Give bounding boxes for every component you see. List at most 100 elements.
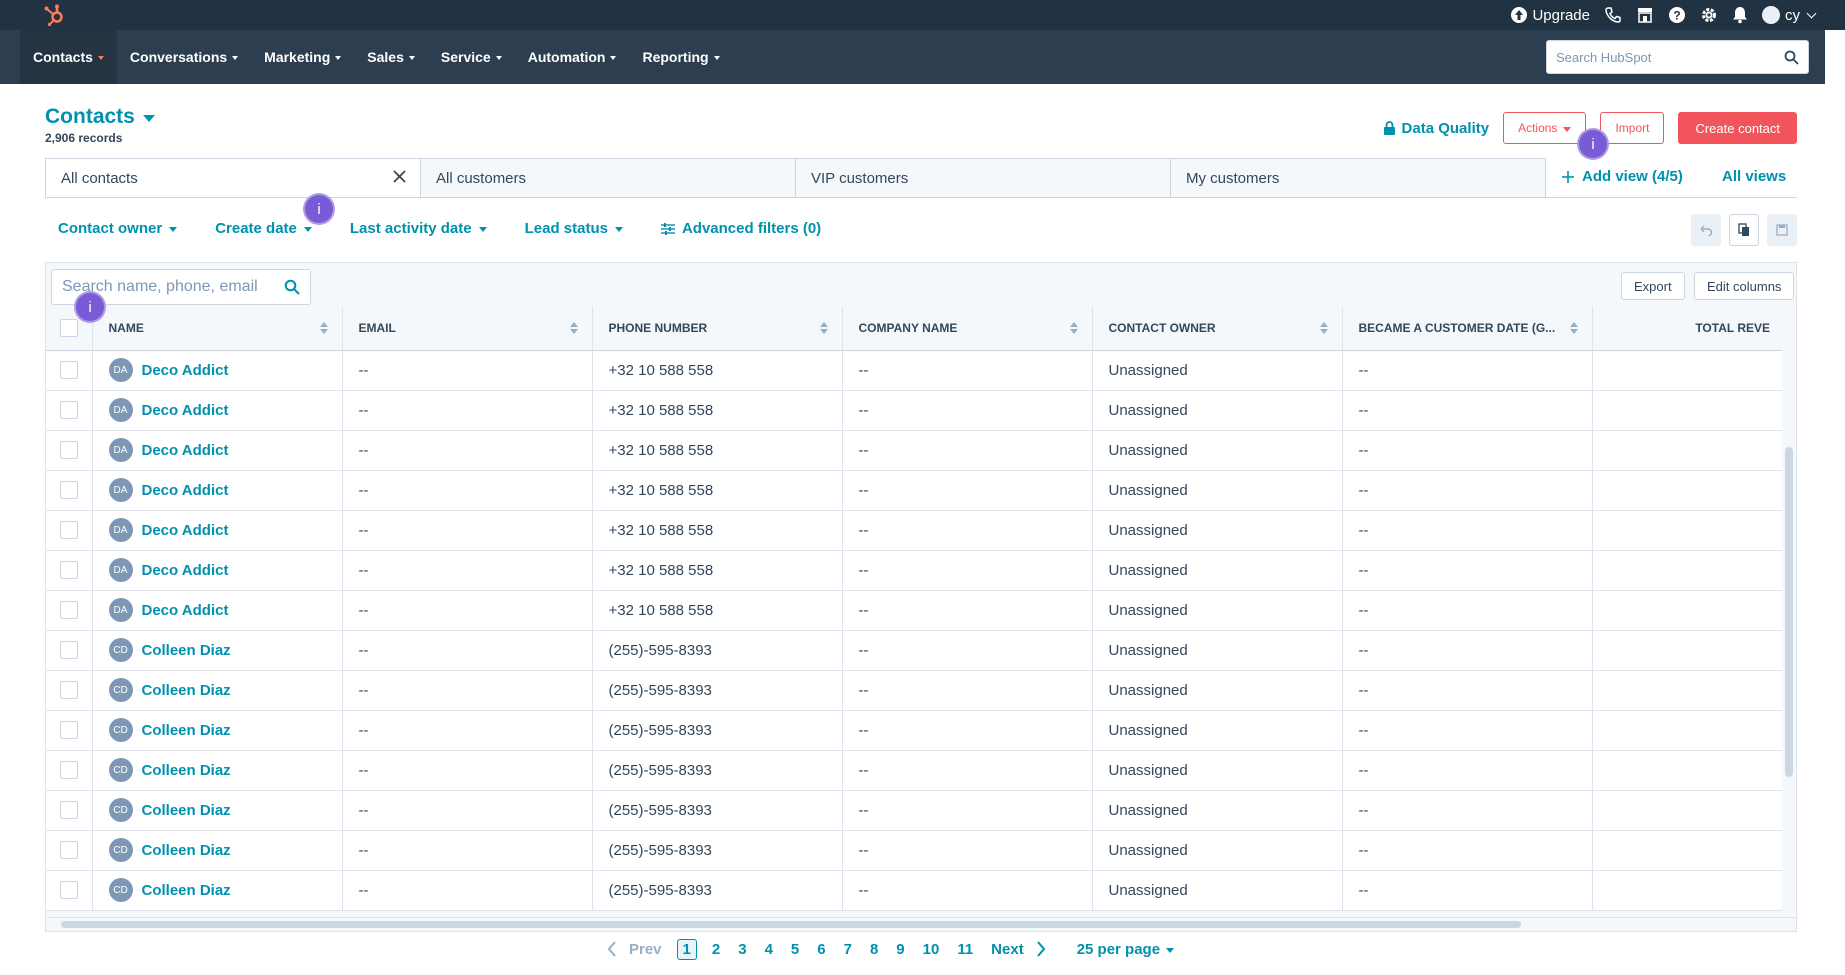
row-checkbox[interactable] <box>59 721 78 739</box>
contact-name-link[interactable]: Colleen Diaz <box>142 682 231 699</box>
row-checkbox[interactable] <box>59 401 78 419</box>
vertical-scrollbar[interactable] <box>1782 307 1796 925</box>
save-view-button[interactable] <box>1767 214 1797 246</box>
horizontal-scrollbar[interactable] <box>46 917 1796 931</box>
row-checkbox[interactable] <box>59 441 78 459</box>
export-button[interactable]: Export <box>1621 272 1685 300</box>
sort-icon[interactable] <box>569 322 578 334</box>
tab-all-customers[interactable]: All customers <box>420 158 796 198</box>
hubspot-logo[interactable] <box>42 3 66 27</box>
row-checkbox[interactable] <box>59 841 78 859</box>
tab-my-customers[interactable]: My customers <box>1170 158 1546 198</box>
sort-icon[interactable] <box>819 322 828 334</box>
contact-name-link[interactable]: Colleen Diaz <box>142 882 231 899</box>
contact-owner-filter[interactable]: Contact owner <box>58 220 178 237</box>
page-number[interactable]: 11 <box>948 941 982 958</box>
table-row[interactable]: DA Deco Addict -- +32 10 588 558 -- Unassigne… <box>46 470 1784 511</box>
search-icon[interactable] <box>1784 50 1799 65</box>
actions-button[interactable]: Actions <box>1503 112 1587 144</box>
table-row[interactable]: CD Colleen Diaz -- (255)-595-8393 -- Unassign… <box>46 870 1784 911</box>
add-view-button[interactable]: Add view (4/5) <box>1562 168 1683 185</box>
table-row[interactable]: CD Colleen Diaz -- (255)-595-8393 -- Unassign… <box>46 630 1784 671</box>
data-quality-link[interactable]: Data Quality <box>1383 120 1489 137</box>
table-row[interactable]: DA Deco Addict -- +32 10 588 558 -- Unassigne… <box>46 350 1784 391</box>
create-date-filter[interactable]: Create date <box>215 220 312 237</box>
row-checkbox[interactable] <box>59 641 78 659</box>
global-search[interactable] <box>1546 40 1809 74</box>
row-checkbox[interactable] <box>59 521 78 539</box>
column-header[interactable]: TOTAL REVE <box>1592 307 1784 351</box>
close-icon[interactable] <box>393 169 406 187</box>
contact-name-link[interactable]: Deco Addict <box>142 522 229 539</box>
table-row[interactable]: DA Deco Addict -- +32 10 588 558 -- Unassigne… <box>46 430 1784 471</box>
page-number[interactable]: 8 <box>861 941 887 958</box>
info-marker[interactable]: i <box>1577 128 1609 160</box>
horizontal-scroll-thumb[interactable] <box>61 921 1521 928</box>
search-icon[interactable] <box>284 279 300 295</box>
tab-all-contacts[interactable]: All contacts <box>45 158 421 198</box>
last-activity-filter[interactable]: Last activity date <box>350 220 487 237</box>
contact-name-link[interactable]: Deco Addict <box>142 402 229 419</box>
contact-name-link[interactable]: Colleen Diaz <box>142 642 231 659</box>
page-number[interactable]: 3 <box>729 941 755 958</box>
page-number[interactable]: 9 <box>887 941 913 958</box>
contact-name-link[interactable]: Colleen Diaz <box>142 802 231 819</box>
advanced-filters-button[interactable]: Advanced filters (0) <box>660 220 821 237</box>
help-icon[interactable]: ? <box>1668 6 1686 24</box>
page-title[interactable]: Contacts <box>45 105 155 129</box>
calling-icon[interactable] <box>1604 6 1622 24</box>
column-header[interactable]: EMAIL <box>342 307 593 351</box>
column-header[interactable]: BECAME A CUSTOMER DATE (G... <box>1342 307 1593 351</box>
clone-view-button[interactable] <box>1729 214 1759 246</box>
upgrade-button[interactable]: Upgrade <box>1511 7 1590 24</box>
table-row[interactable]: DA Deco Addict -- +32 10 588 558 -- Unassigne… <box>46 390 1784 431</box>
contact-name-link[interactable]: Colleen Diaz <box>142 762 231 779</box>
contact-name-link[interactable]: Deco Addict <box>142 362 229 379</box>
column-header[interactable]: PHONE NUMBER <box>592 307 843 351</box>
per-page-select[interactable]: 25 per page <box>1077 941 1175 958</box>
table-row[interactable]: DA Deco Addict -- +32 10 588 558 -- Unassigne… <box>46 510 1784 551</box>
table-row[interactable]: CD Colleen Diaz -- (255)-595-8393 -- Unassign… <box>46 830 1784 871</box>
create-contact-button[interactable]: Create contact <box>1678 112 1797 144</box>
page-number[interactable]: 5 <box>782 941 808 958</box>
all-views-link[interactable]: All views <box>1722 168 1786 185</box>
next-page-button[interactable]: Next <box>982 941 1055 958</box>
table-row[interactable]: CD Colleen Diaz -- (255)-595-8393 -- Unassign… <box>46 710 1784 751</box>
page-number[interactable]: 1 <box>676 939 697 960</box>
column-header[interactable]: CONTACT OWNER <box>1092 307 1343 351</box>
sort-icon[interactable] <box>1569 322 1578 334</box>
page-number[interactable]: 6 <box>808 941 834 958</box>
row-checkbox[interactable] <box>59 881 78 899</box>
lead-status-filter[interactable]: Lead status <box>525 220 623 237</box>
row-checkbox[interactable] <box>59 601 78 619</box>
info-marker[interactable]: i <box>303 193 335 225</box>
row-checkbox[interactable] <box>59 761 78 779</box>
table-row[interactable]: DA Deco Addict -- +32 10 588 558 -- Unassigne… <box>46 590 1784 631</box>
contact-name-link[interactable]: Deco Addict <box>142 482 229 499</box>
contact-name-link[interactable]: Colleen Diaz <box>142 722 231 739</box>
nav-item-service[interactable]: Service <box>428 30 515 84</box>
nav-item-contacts[interactable]: Contacts <box>20 30 117 84</box>
row-checkbox[interactable] <box>59 481 78 499</box>
contact-name-link[interactable]: Deco Addict <box>142 602 229 619</box>
info-marker[interactable]: i <box>74 291 106 323</box>
page-number[interactable]: 2 <box>703 941 729 958</box>
nav-item-reporting[interactable]: Reporting <box>629 30 732 84</box>
table-row[interactable]: CD Colleen Diaz -- (255)-595-8393 -- Unassign… <box>46 750 1784 791</box>
sort-icon[interactable] <box>319 322 328 334</box>
import-button[interactable]: Import <box>1600 112 1665 144</box>
row-checkbox[interactable] <box>59 801 78 819</box>
reset-view-button[interactable] <box>1691 214 1721 246</box>
contact-name-link[interactable]: Deco Addict <box>142 562 229 579</box>
contact-name-link[interactable]: Colleen Diaz <box>142 842 231 859</box>
contact-name-link[interactable]: Deco Addict <box>142 442 229 459</box>
global-search-input[interactable] <box>1556 49 1784 65</box>
sort-icon[interactable] <box>1069 322 1078 334</box>
select-all-checkbox[interactable] <box>59 319 78 338</box>
vertical-scroll-thumb[interactable] <box>1785 447 1793 777</box>
settings-icon[interactable] <box>1700 6 1718 24</box>
page-number[interactable]: 10 <box>914 941 949 958</box>
nav-item-automation[interactable]: Automation <box>515 30 630 84</box>
tab-vip-customers[interactable]: VIP customers <box>795 158 1171 198</box>
column-header[interactable]: COMPANY NAME <box>842 307 1093 351</box>
